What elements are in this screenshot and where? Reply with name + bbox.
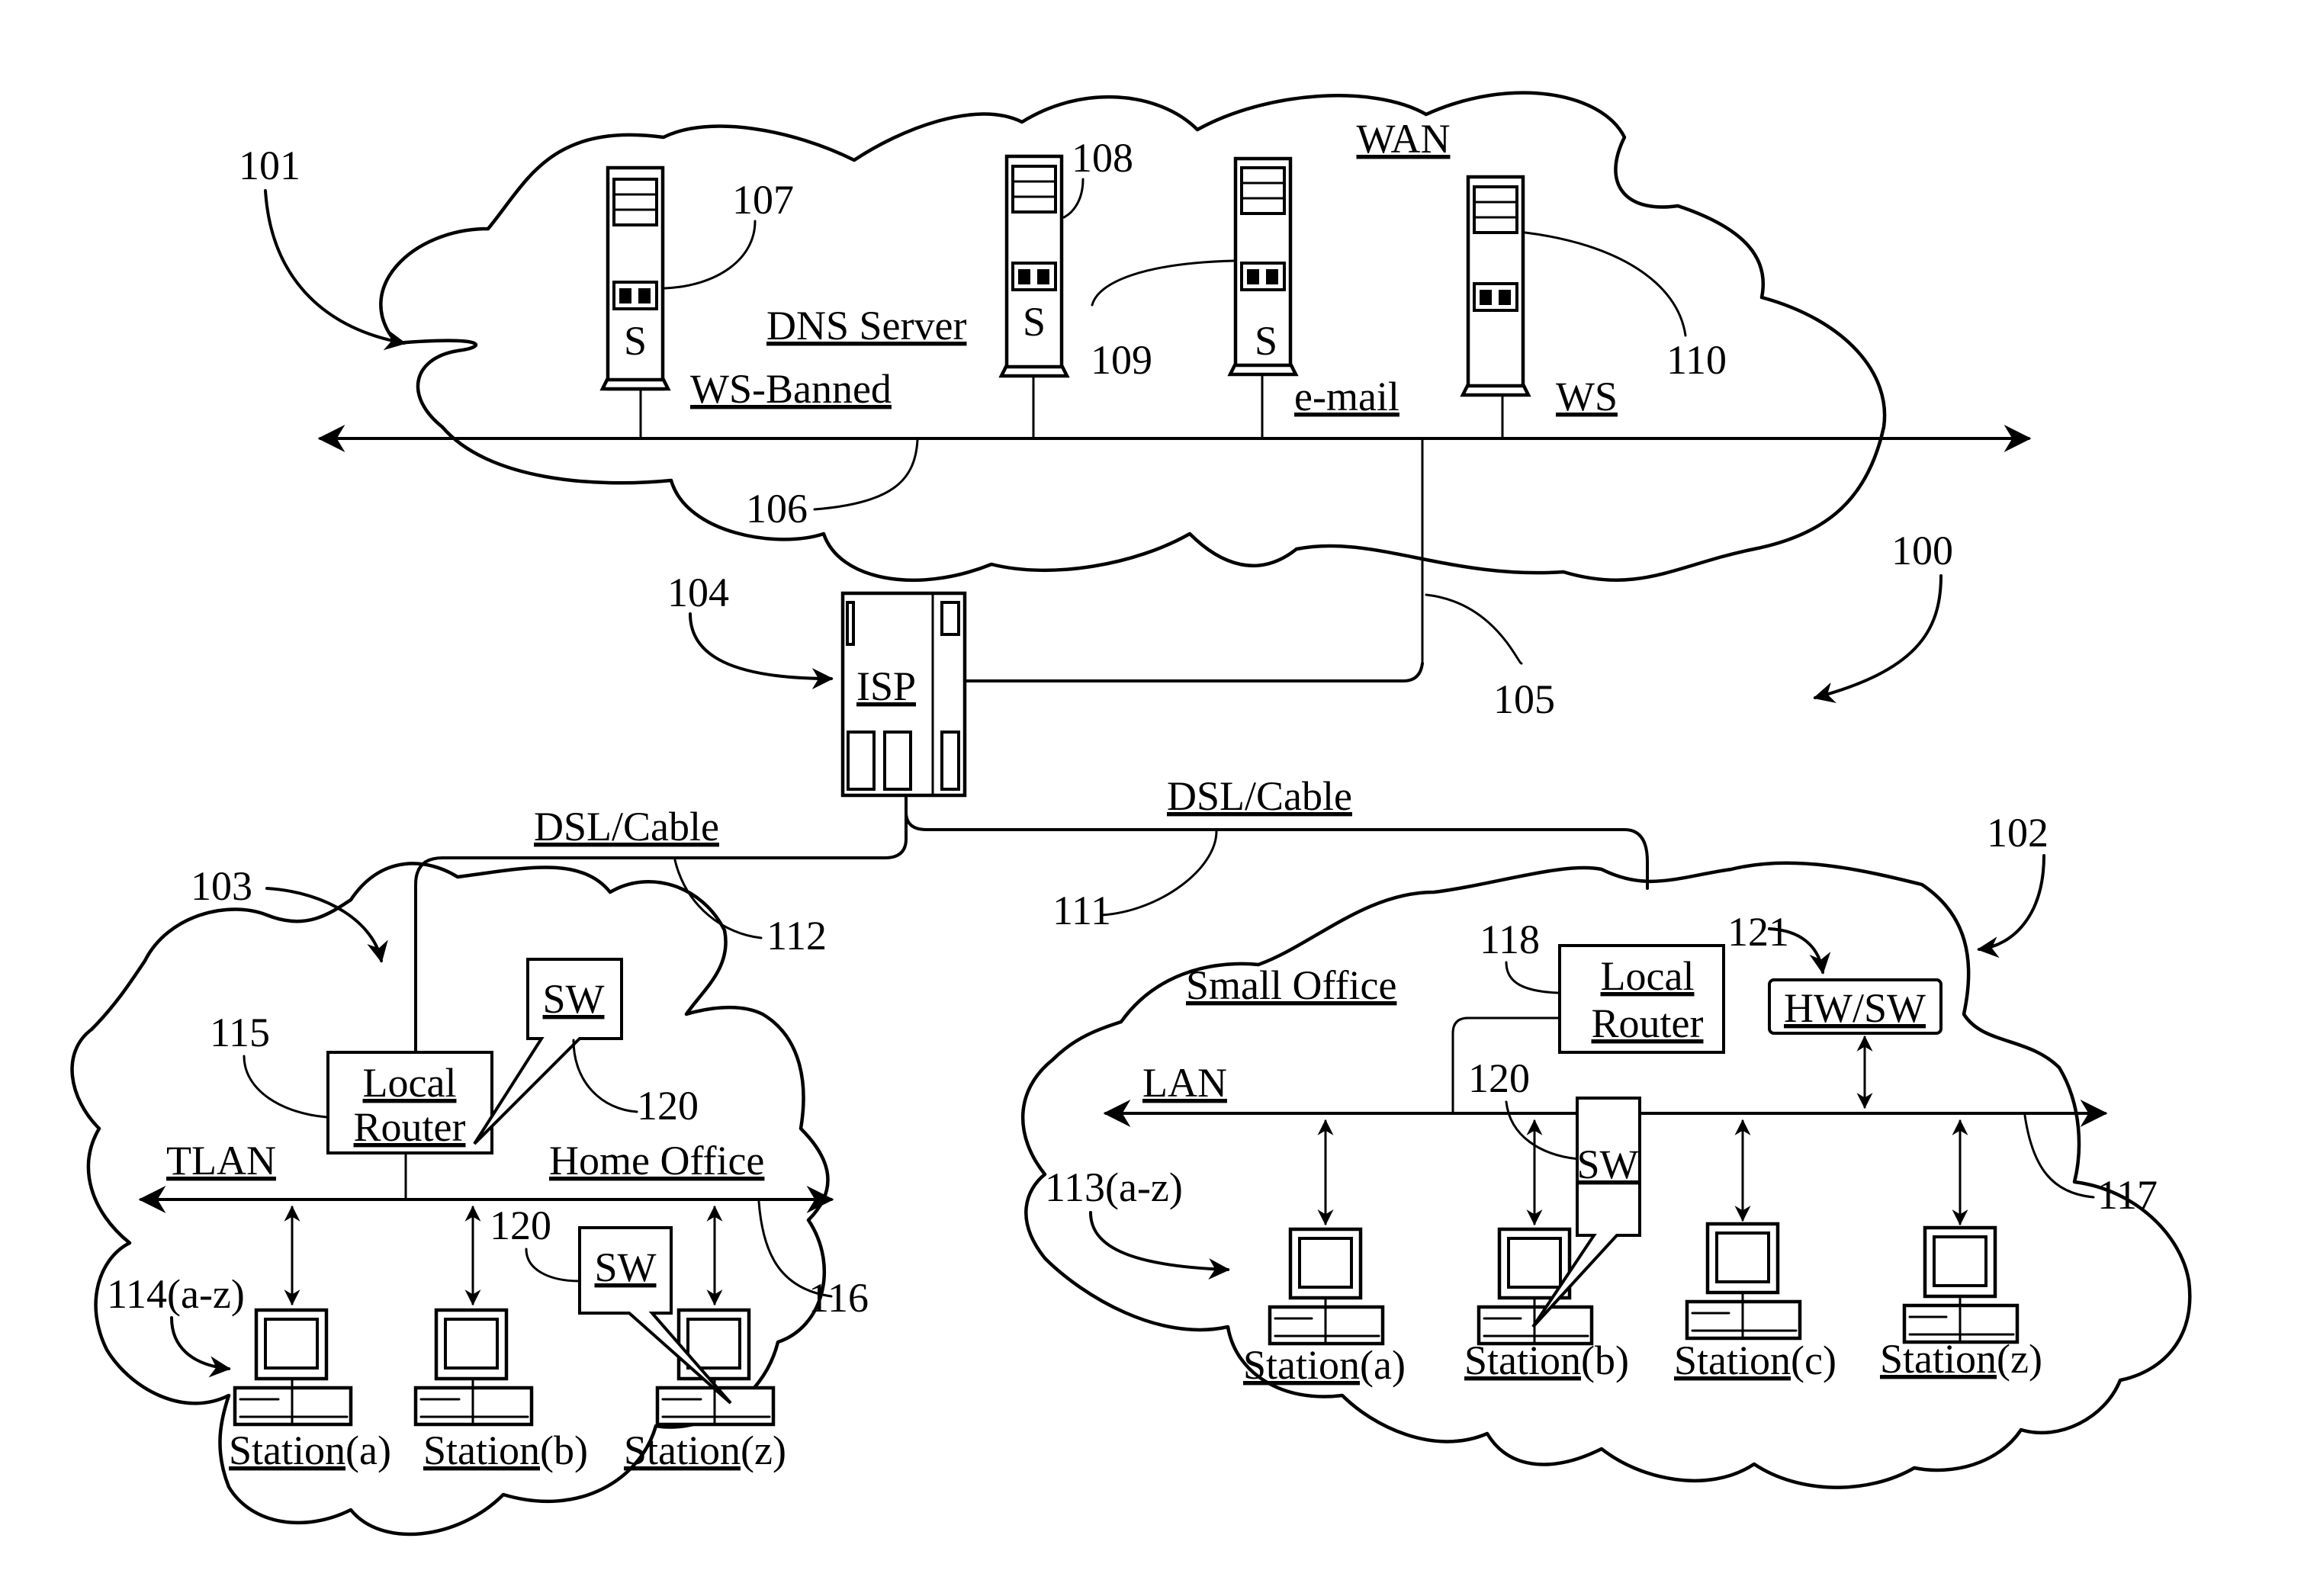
ref-100: 100: [1891, 528, 1953, 573]
ref-106: 106: [746, 486, 808, 531]
ref-101: 101: [239, 143, 300, 188]
home-office-label: Home Office: [549, 1138, 764, 1183]
home-sw-1-label: SW: [543, 976, 605, 1022]
home-station-labels: Station(a) Station(b) Station(z): [229, 1427, 786, 1473]
home-station-z: [655, 1308, 776, 1427]
ref-113: 113(a-z): [1045, 1164, 1183, 1210]
ref-120-home-b: 120: [490, 1203, 551, 1248]
lan-label: LAN: [1142, 1060, 1227, 1106]
office-station-b-suffix: (b): [1581, 1337, 1629, 1383]
ref-102: 102: [1987, 810, 2049, 856]
home-router-line2: Router: [354, 1104, 466, 1150]
wan-label: WAN: [1357, 116, 1451, 162]
office-router-line1: Local: [1601, 953, 1695, 999]
svg-text:Station(a): Station(a): [229, 1427, 391, 1473]
office-hwsw-label: HW/SW: [1784, 985, 1926, 1031]
svg-text:Station(z): Station(z): [624, 1427, 786, 1473]
server-108-label: DNS Server: [766, 303, 966, 348]
home-station-a-name: Station: [229, 1427, 345, 1473]
office-station-c: [1685, 1222, 1802, 1341]
svg-text:Station(b): Station(b): [1464, 1337, 1629, 1383]
tlan-label: TLAN: [166, 1138, 276, 1183]
ref-103: 103: [191, 863, 252, 909]
office-station-c-suffix: (c): [1791, 1337, 1836, 1383]
ref-120-home-a: 120: [637, 1083, 699, 1129]
home-station-z-suffix: (z): [741, 1427, 786, 1473]
svg-text:Station(b): Station(b): [423, 1427, 588, 1473]
home-router-line1: Local: [363, 1060, 457, 1106]
ref-110: 110: [1666, 337, 1727, 383]
server-107-label: WS-Banned: [690, 366, 892, 412]
office-station-a: [1268, 1227, 1385, 1346]
home-station-z-name: Station: [624, 1427, 741, 1473]
server-110-label: WS: [1556, 374, 1618, 419]
ref-112: 112: [766, 913, 827, 959]
office-station-z-suffix: (z): [1997, 1336, 2042, 1382]
office-station-labels: Station(a) Station(b) Station(c) Station…: [1243, 1336, 2042, 1388]
small-office-label: Small Office: [1186, 962, 1396, 1008]
ref-104: 104: [667, 570, 729, 615]
home-sw-2-label: SW: [595, 1244, 657, 1290]
office-station-z: [1902, 1225, 2020, 1344]
ref-108: 108: [1072, 135, 1133, 181]
home-station-a: [233, 1308, 353, 1427]
isp-label: ISP: [856, 663, 916, 709]
server-108: S: [998, 154, 1070, 378]
ref-117: 117: [2097, 1172, 2158, 1218]
ref-114: 114(a-z): [107, 1271, 245, 1317]
server-109-label: e-mail: [1294, 374, 1399, 419]
ref-109: 109: [1091, 337, 1152, 383]
isp-device: ISP: [840, 591, 967, 798]
ref-118: 118: [1480, 917, 1540, 962]
ref-111: 111: [1052, 888, 1111, 933]
home-station-b: [413, 1308, 534, 1427]
server-109: S: [1227, 156, 1299, 377]
office-sw-label: SW: [1577, 1142, 1639, 1187]
svg-text:Station(z): Station(z): [1880, 1336, 2042, 1382]
office-station-a-name: Station: [1243, 1342, 1360, 1388]
home-station-b-suffix: (b): [540, 1427, 588, 1473]
server-110: [1460, 175, 1531, 397]
office-router-line2: Router: [1592, 1000, 1704, 1046]
ref-115: 115: [210, 1010, 270, 1055]
dsl-link-home-label: DSL/Cable: [534, 804, 719, 849]
ref-121: 121: [1727, 909, 1789, 955]
server-109-glyph: S: [1255, 318, 1277, 364]
home-station-b-name: Station: [423, 1427, 540, 1473]
svg-text:Station(c): Station(c): [1674, 1337, 1836, 1383]
dsl-link-office-label: DSL/Cable: [1167, 773, 1352, 819]
server-108-glyph: S: [1023, 299, 1046, 345]
office-station-c-name: Station: [1674, 1337, 1791, 1383]
server-107: S: [599, 165, 671, 391]
ref-116: 116: [808, 1275, 869, 1321]
svg-text:Station(a): Station(a): [1243, 1342, 1406, 1388]
ref-107: 107: [732, 177, 794, 223]
ref-105: 105: [1493, 676, 1555, 722]
ref-120-office: 120: [1468, 1055, 1530, 1101]
home-station-a-suffix: (a): [345, 1427, 391, 1473]
office-station-a-suffix: (a): [1360, 1342, 1406, 1388]
office-station-z-name: Station: [1880, 1336, 1997, 1382]
office-station-b-name: Station: [1464, 1337, 1581, 1383]
network-diagram: S S S WAN DNS Server WS-Banned e-mail WS…: [70, 91, 2192, 1537]
server-107-glyph: S: [624, 318, 647, 364]
